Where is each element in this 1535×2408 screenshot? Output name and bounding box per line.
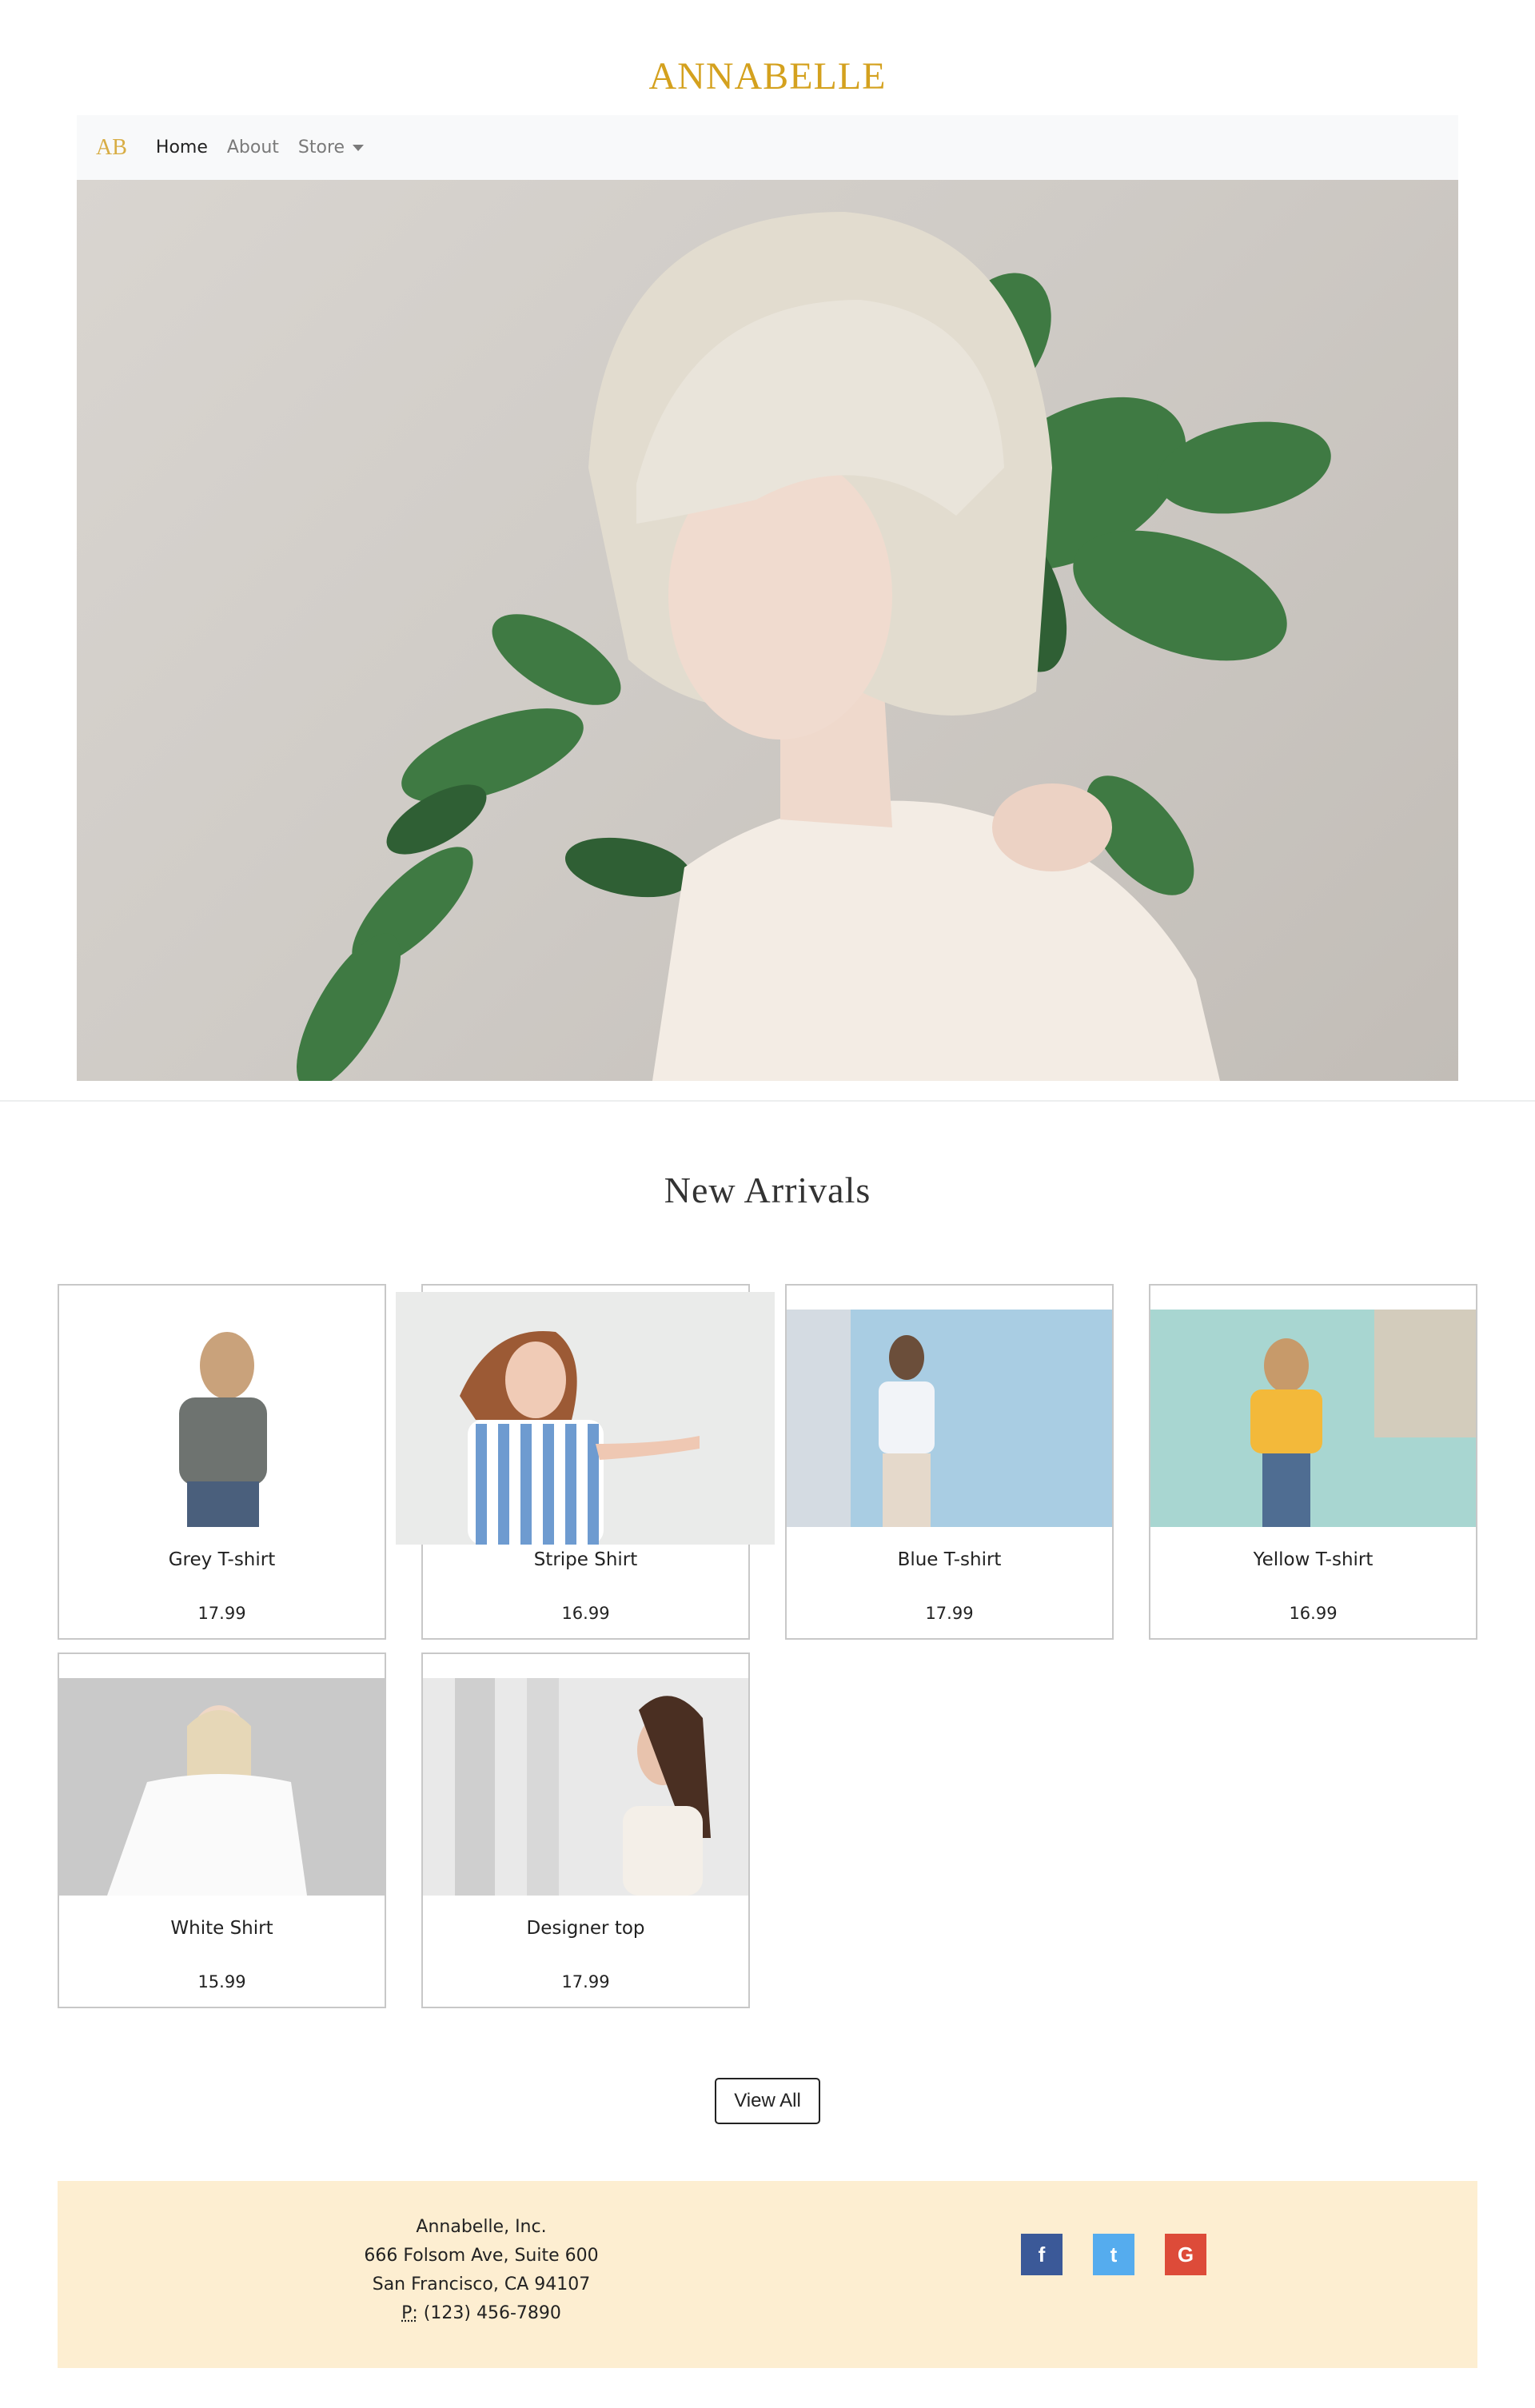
chevron-down-icon bbox=[353, 145, 365, 151]
product-name: Stripe Shirt bbox=[533, 1549, 638, 1570]
footer: Annabelle, Inc. 666 Folsom Ave, Suite 60… bbox=[58, 2181, 1477, 2368]
product-name: Blue T-shirt bbox=[897, 1549, 1002, 1570]
product-price: 17.99 bbox=[925, 1604, 974, 1623]
product-photo bbox=[59, 1678, 385, 1896]
product-photo bbox=[1150, 1310, 1476, 1527]
product-card[interactable]: White Shirt 15.99 bbox=[58, 1653, 386, 2008]
product-photo bbox=[423, 1678, 748, 1896]
product-image-zoomed[interactable] bbox=[396, 1292, 775, 1545]
product-image bbox=[423, 1678, 748, 1896]
product-name: White Shirt bbox=[170, 1918, 273, 1939]
product-photo bbox=[787, 1310, 1112, 1527]
view-all-button[interactable]: View All bbox=[715, 2078, 820, 2124]
product-card[interactable]: Grey T-shirt 17.99 bbox=[58, 1284, 386, 1640]
product-price: 15.99 bbox=[197, 1972, 246, 1991]
google-icon[interactable]: G bbox=[1165, 2234, 1206, 2275]
product-image bbox=[59, 1310, 385, 1527]
address-city: San Francisco, CA 94107 bbox=[372, 2274, 591, 2294]
product-image bbox=[1150, 1310, 1476, 1527]
nav-brand[interactable]: AB bbox=[96, 135, 127, 161]
product-photo bbox=[59, 1310, 385, 1527]
product-price: 16.99 bbox=[1289, 1604, 1338, 1623]
product-name: Grey T-shirt bbox=[168, 1549, 276, 1570]
product-image bbox=[59, 1678, 385, 1896]
product-photo bbox=[396, 1292, 775, 1545]
nav-store-label: Store bbox=[297, 138, 345, 157]
address-street: 666 Folsom Ave, Suite 600 bbox=[364, 2246, 599, 2266]
product-card[interactable]: Designer top 17.99 bbox=[421, 1653, 750, 2008]
product-card[interactable]: Blue T-shirt 17.99 bbox=[785, 1284, 1114, 1640]
phone-label: P: bbox=[401, 2303, 418, 2323]
section-divider bbox=[0, 1100, 1535, 1102]
nav-about[interactable]: About bbox=[227, 138, 279, 157]
nav-home[interactable]: Home bbox=[156, 138, 208, 157]
product-price: 17.99 bbox=[197, 1604, 246, 1623]
product-name: Yellow T-shirt bbox=[1253, 1549, 1374, 1570]
twitter-icon[interactable]: t bbox=[1093, 2234, 1134, 2275]
phone-line: P: (123) 456-7890 bbox=[289, 2299, 673, 2328]
product-price: 16.99 bbox=[561, 1604, 610, 1623]
hero-image bbox=[77, 180, 1458, 1081]
navbar: AB Home About Store bbox=[77, 115, 1458, 180]
company-name: Annabelle, Inc. bbox=[416, 2217, 547, 2237]
footer-address: Annabelle, Inc. 666 Folsom Ave, Suite 60… bbox=[289, 2213, 673, 2328]
facebook-icon[interactable]: f bbox=[1021, 2234, 1063, 2275]
nav-store[interactable]: Store bbox=[297, 138, 365, 157]
product-name: Designer top bbox=[526, 1918, 645, 1939]
site-title: ANNABELLE bbox=[648, 55, 887, 98]
product-image bbox=[787, 1310, 1112, 1527]
new-arrivals-heading: New Arrivals bbox=[664, 1170, 871, 1210]
hero-photo bbox=[297, 212, 1331, 1081]
product-price: 17.99 bbox=[561, 1972, 610, 1991]
phone-number: (123) 456-7890 bbox=[423, 2303, 561, 2323]
product-card[interactable]: Yellow T-shirt 16.99 bbox=[1149, 1284, 1477, 1640]
